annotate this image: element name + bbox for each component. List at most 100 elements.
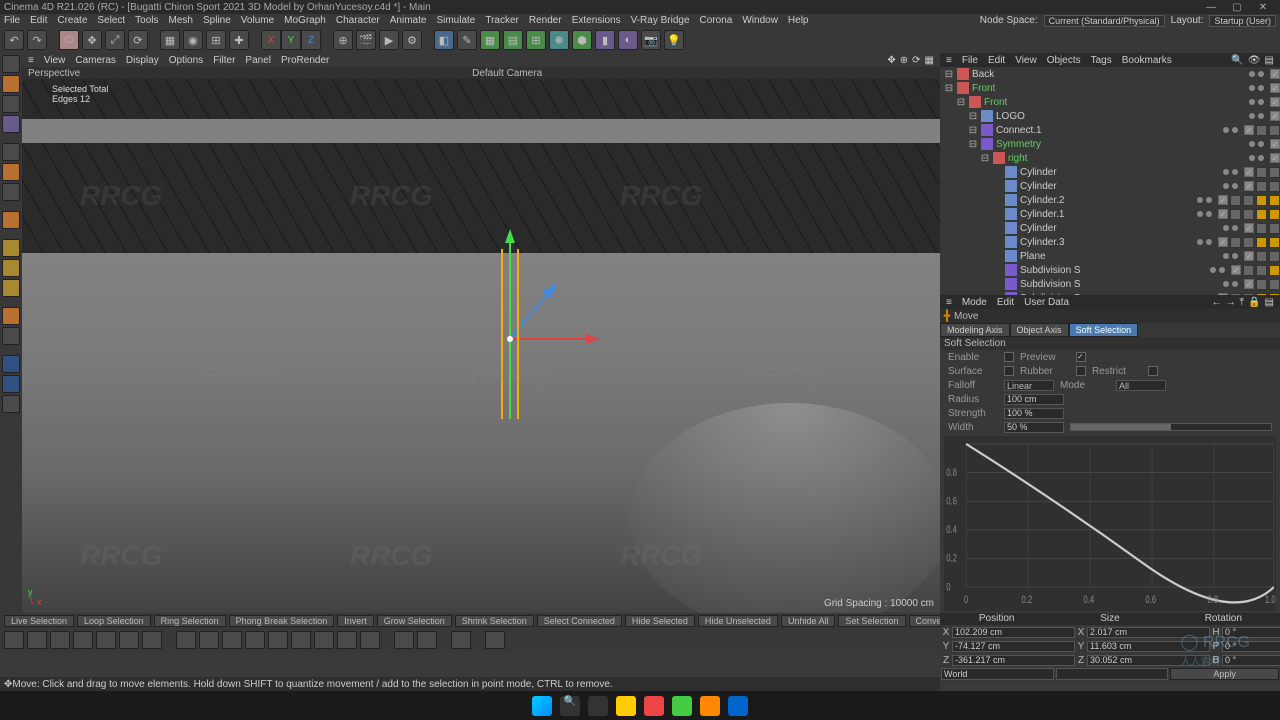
tree-row[interactable]: Cylinder✓ [940,165,1280,179]
object-tag[interactable] [1256,251,1267,262]
expander-icon[interactable]: ⊟ [980,153,990,164]
vp-zoom-icon[interactable]: ⊕ [900,55,908,66]
object-tag[interactable] [1230,195,1241,206]
workplane-button[interactable] [2,95,20,113]
tree-row[interactable]: ⊟LOGO✓ [940,109,1280,123]
size-z-input[interactable] [1087,655,1210,666]
snap1-button[interactable] [2,239,20,257]
obj-doc-icon[interactable]: ▤ [1265,55,1274,66]
tool-h[interactable] [176,631,196,649]
coord-mode-dropdown[interactable]: World [941,668,1054,680]
enable-tag[interactable]: ✓ [1270,139,1280,149]
object-tag[interactable] [1269,125,1280,136]
coordsys-button[interactable]: ⊕ [333,30,353,50]
expand-icon[interactable]: ╋ [944,311,954,322]
menu-corona[interactable]: Corona [700,15,733,26]
obj-menu-file[interactable]: File [962,55,978,66]
apply-button[interactable]: Apply [1170,668,1279,680]
taskview-icon[interactable] [588,696,608,716]
menu-character[interactable]: Character [336,15,380,26]
rot-b-input[interactable] [1222,655,1280,666]
obj-menu-edit[interactable]: Edit [988,55,1005,66]
object-name[interactable]: Symmetry [996,139,1249,150]
object-name[interactable]: Subdivision S [1020,279,1223,290]
obj-menu-objects[interactable]: Objects [1047,55,1081,66]
attr-menu-edit[interactable]: Edit [997,297,1014,308]
tree-row[interactable]: ⊟ Symmetry ✓ [940,137,1280,151]
tool-o[interactable] [337,631,357,649]
menu-file[interactable]: File [4,15,20,26]
enable-tag[interactable]: ✓ [1231,265,1241,275]
vp-menu-prorender[interactable]: ProRender [281,55,329,66]
seltab-unhide-all[interactable]: Unhide All [781,615,836,627]
object-tag[interactable] [1269,251,1280,262]
play-button[interactable]: ▶ [379,30,399,50]
tool2-button[interactable]: ◉ [183,30,203,50]
texture-mode-button[interactable] [2,75,20,93]
rot-p-input[interactable] [1222,641,1280,652]
start-icon[interactable] [532,696,552,716]
seltab-hide-unselected[interactable]: Hide Unselected [698,615,778,627]
object-name[interactable]: LOGO [996,111,1249,122]
enable-tag[interactable]: ✓ [1244,251,1254,261]
visibility-dots[interactable] [1223,281,1238,287]
strength-input[interactable] [1004,408,1064,419]
coord-size-dropdown[interactable] [1056,668,1169,680]
tree-row[interactable]: Cylinder.2✓ [940,193,1280,207]
vp-menu-options[interactable]: Options [169,55,203,66]
app2-icon[interactable] [672,696,692,716]
tab-object-axis[interactable]: Object Axis [1010,323,1069,337]
expander-icon[interactable]: ⊟ [944,83,954,94]
tool3-button[interactable]: ⊞ [206,30,226,50]
seltab-shrink-selection[interactable]: Shrink Selection [455,615,534,627]
menu-animate[interactable]: Animate [390,15,427,26]
visibility-dots[interactable] [1223,225,1238,231]
recent-button[interactable]: ▦ [160,30,180,50]
object-name[interactable]: Connect.1 [996,125,1223,136]
object-tag[interactable] [1269,209,1280,220]
menu-window[interactable]: Window [742,15,778,26]
object-name[interactable]: Cylinder [1020,223,1223,234]
tool-e[interactable] [96,631,116,649]
attr-menu-user-data[interactable]: User Data [1024,297,1069,308]
seltab-grow-selection[interactable]: Grow Selection [377,615,452,627]
visibility-dots[interactable] [1249,85,1264,91]
object-tag[interactable] [1243,195,1254,206]
field-button[interactable]: ❋ [549,30,569,50]
tool-j[interactable] [222,631,242,649]
rotate-button[interactable]: ⟳ [128,30,148,50]
object-tag[interactable] [1243,265,1254,276]
tool-r[interactable] [417,631,437,649]
enable-tag[interactable]: ✓ [1270,153,1280,163]
seltab-set-selection[interactable]: Set Selection [838,615,905,627]
object-tag[interactable] [1230,237,1241,248]
tree-row[interactable]: Subdivision S✓ [940,277,1280,291]
tree-row[interactable]: Cylinder.3✓ [940,235,1280,249]
app4-icon[interactable] [728,696,748,716]
object-name[interactable]: Cylinder [1020,167,1223,178]
tool-s[interactable] [451,631,471,649]
gen2-button[interactable]: ▤ [503,30,523,50]
axis-lock[interactable]: XYZ [261,30,321,50]
seltab-live-selection[interactable]: Live Selection [4,615,74,627]
tool-a[interactable] [4,631,24,649]
app1-icon[interactable] [644,696,664,716]
seltab-invert[interactable]: Invert [337,615,374,627]
radius-input[interactable] [1004,394,1064,405]
object-tag[interactable] [1243,237,1254,248]
object-tag[interactable] [1230,209,1241,220]
object-tag[interactable] [1269,265,1280,276]
object-name[interactable]: Back [972,69,1249,80]
visibility-dots[interactable] [1197,239,1212,245]
tree-row[interactable]: Cylinder.1✓ [940,207,1280,221]
expander-icon[interactable]: ⊟ [968,139,978,150]
menu-mesh[interactable]: Mesh [169,15,193,26]
vp-menu-display[interactable]: Display [126,55,159,66]
wp2-button[interactable] [2,327,20,345]
obj-menu-≡[interactable]: ≡ [946,55,952,66]
object-tag[interactable] [1269,181,1280,192]
vp-menu-view[interactable]: View [44,55,66,66]
menu-v-ray-bridge[interactable]: V-Ray Bridge [631,15,690,26]
point-mode-button[interactable] [2,143,20,161]
object-tag[interactable] [1256,195,1267,206]
